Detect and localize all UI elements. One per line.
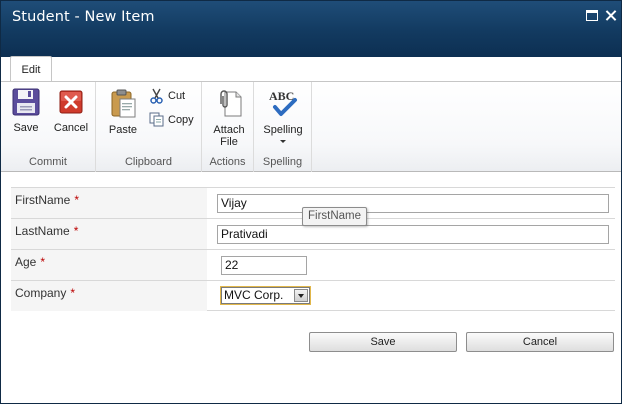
firstname-label: FirstName — [15, 193, 71, 207]
cancel-label: Cancel — [53, 122, 89, 134]
form-row-age: Age * 22 — [11, 249, 615, 280]
save-button[interactable]: Save — [309, 332, 457, 352]
spell-check-icon: ABC — [269, 89, 297, 116]
field-label: FirstName * — [11, 188, 207, 218]
title-bar: Student - New Item Edit — [1, 1, 621, 81]
dialog-title: Student - New Item — [12, 9, 155, 25]
form-row-company: Company * MVC Corp. — [11, 280, 615, 311]
attach-file-icon — [220, 90, 242, 117]
ribbon-spelling-button[interactable]: ABC Spelling — [260, 88, 306, 143]
lastname-label: LastName — [15, 224, 70, 238]
required-marker: * — [70, 286, 76, 300]
copy-label: Copy — [168, 114, 194, 126]
group-label-actions: Actions — [209, 156, 246, 168]
field-label: Company * — [11, 281, 207, 311]
ribbon: Save Cancel Commit Paste Cut Copy Clipbo… — [1, 81, 621, 172]
ribbon-copy-button[interactable]: Copy — [149, 111, 199, 129]
group-label-commit: Commit — [29, 156, 67, 168]
ribbon-paste-button[interactable]: Paste — [106, 88, 140, 136]
required-marker: * — [74, 193, 80, 207]
maximize-icon[interactable] — [586, 10, 598, 21]
company-select[interactable]: MVC Corp. — [220, 286, 311, 305]
company-selected-value: MVC Corp. — [224, 288, 284, 302]
field-label: Age * — [11, 250, 207, 280]
spelling-label: Spelling — [263, 124, 303, 136]
cancel-button[interactable]: Cancel — [466, 332, 614, 352]
required-marker: * — [40, 255, 46, 269]
field-label: LastName * — [11, 219, 207, 249]
cut-label: Cut — [168, 90, 186, 102]
group-label-clipboard: Clipboard — [124, 156, 173, 168]
ribbon-attach-file-button[interactable]: Attach File — [208, 88, 250, 148]
paste-icon — [111, 89, 136, 118]
close-icon[interactable] — [605, 10, 617, 21]
firstname-input[interactable]: Vijay — [217, 194, 609, 213]
ribbon-group-clipboard: Paste Cut Copy Clipboard — [96, 82, 202, 172]
scissors-icon — [150, 88, 163, 104]
item-form: FirstName * Vijay LastName * Prativadi Age… — [11, 187, 615, 311]
age-input[interactable]: 22 — [221, 256, 307, 275]
ribbon-save-button[interactable]: Save — [9, 88, 43, 134]
age-label: Age — [15, 255, 37, 269]
save-icon — [12, 88, 40, 116]
attach-label-1: Attach — [213, 124, 245, 136]
tab-edit[interactable]: Edit — [10, 56, 52, 81]
lastname-input[interactable]: Prativadi — [217, 225, 609, 244]
group-label-spelling: Spelling — [262, 156, 303, 168]
dropdown-arrow-icon[interactable] — [294, 289, 308, 302]
dialog-window: Student - New Item Edit Save Cancel Comm… — [0, 0, 622, 404]
ribbon-group-spelling: ABC Spelling Spelling — [254, 82, 312, 172]
attach-label-2: File — [220, 136, 238, 148]
company-label: Company — [15, 286, 67, 300]
copy-icon — [149, 112, 164, 127]
paste-label: Paste — [108, 124, 138, 136]
ribbon-cancel-button[interactable]: Cancel — [51, 88, 91, 134]
tooltip: FirstName — [302, 207, 368, 226]
abc-icon-text: ABC — [269, 89, 294, 103]
ribbon-group-commit: Save Cancel Commit — [1, 82, 96, 172]
chevron-down-icon — [280, 140, 286, 143]
ribbon-cut-button[interactable]: Cut — [149, 87, 197, 105]
save-label: Save — [13, 122, 39, 134]
cancel-icon — [59, 90, 83, 114]
ribbon-group-actions: Attach File Actions — [202, 82, 254, 172]
required-marker: * — [73, 224, 79, 238]
